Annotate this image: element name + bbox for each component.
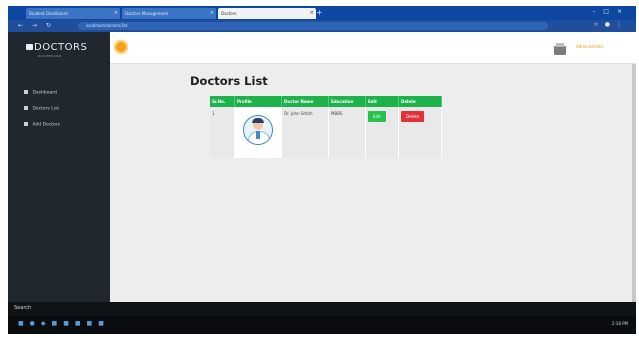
sidebar-item-doctors-list[interactable]: Doctors List: [24, 106, 59, 112]
table-row: 1 Dr. John Smith MBBS Edit Delete: [210, 107, 442, 158]
url-input[interactable]: localhost/doctors/list: [78, 22, 548, 30]
column-header: Sr.No.: [210, 96, 235, 107]
sr-no-cell: 1: [210, 107, 235, 158]
doctor-name-cell: Dr. John Smith: [281, 107, 329, 158]
top-header: Administrator: [110, 32, 636, 64]
tab-label: Student Dashboard: [29, 11, 68, 16]
taskbar: ■●◆■■■■■ 2:18 PM: [8, 316, 636, 334]
column-header: Profile: [234, 96, 282, 107]
browser-tab[interactable]: Student Dashboard ×: [26, 8, 120, 19]
browser-tab-bar: Student Dashboard × Doctors Management ×…: [8, 6, 636, 20]
scrollbar[interactable]: [632, 64, 636, 302]
brand-icon: [26, 44, 33, 50]
dashboard-icon: [24, 90, 28, 94]
delete-button[interactable]: Delete: [401, 111, 425, 122]
user-name[interactable]: Administrator: [576, 44, 603, 49]
screen: Student Dashboard × Doctors Management ×…: [8, 6, 636, 334]
close-icon[interactable]: ×: [210, 8, 214, 19]
back-icon[interactable]: ←: [18, 22, 23, 29]
sidebar: DOCTORS DASHBOARD Dashboard Doctors List…: [8, 32, 110, 302]
reload-icon[interactable]: ↻: [46, 22, 51, 29]
list-icon: [24, 106, 28, 110]
education-cell: MBBS: [328, 107, 366, 158]
column-header: Edit: [365, 96, 399, 107]
delete-cell: Delete: [398, 107, 442, 158]
window-controls[interactable]: –□×: [592, 8, 630, 15]
doctors-table: Sr.No. Profile Doctor Name Education Edi…: [210, 96, 442, 158]
search-strip: Search: [8, 302, 636, 316]
add-icon: [24, 122, 28, 126]
page-title: Doctors List: [190, 74, 268, 88]
table-header-row: Sr.No. Profile Doctor Name Education Edi…: [210, 96, 442, 107]
sidebar-item-add-doctors[interactable]: Add Doctors: [24, 122, 60, 128]
doctor-avatar: [243, 115, 273, 145]
sidebar-item-label: Dashboard: [32, 90, 57, 96]
new-tab-icon[interactable]: +: [316, 8, 323, 18]
column-header: Education: [328, 96, 366, 107]
column-header: Doctor Name: [281, 96, 329, 107]
browser-tab-active[interactable]: Doctors ×: [218, 8, 316, 19]
column-header: Delete: [398, 96, 442, 107]
brand-title: DOCTORS: [34, 42, 88, 53]
sidebar-item-label: Doctors List: [32, 106, 60, 112]
sidebar-item-dashboard[interactable]: Dashboard: [24, 90, 57, 96]
avatar-hair: [252, 118, 264, 123]
tab-label: Doctors: [221, 11, 237, 16]
extension-icons[interactable]: ☆●⋮: [593, 21, 628, 28]
taskbar-search[interactable]: Search: [14, 305, 31, 311]
close-icon[interactable]: ×: [310, 8, 314, 19]
brand-subtitle: DASHBOARD: [38, 54, 62, 58]
edit-button[interactable]: Edit: [368, 111, 386, 122]
forward-icon[interactable]: →: [32, 22, 37, 29]
edit-cell: Edit: [365, 107, 399, 158]
avatar-tie: [256, 131, 260, 139]
taskbar-app-icons[interactable]: ■●◆■■■■■: [18, 320, 110, 327]
printer-icon[interactable]: [554, 43, 566, 55]
menu-toggle-icon[interactable]: [114, 40, 128, 54]
tab-label: Doctors Management: [125, 11, 169, 16]
system-clock[interactable]: 2:18 PM: [612, 321, 628, 326]
sidebar-item-label: Add Doctors: [32, 122, 60, 128]
address-bar: ← → ↻ localhost/doctors/list ☆●⋮: [8, 20, 636, 32]
close-icon[interactable]: ×: [114, 8, 118, 19]
profile-cell: [234, 107, 282, 158]
browser-tab[interactable]: Doctors Management ×: [122, 8, 216, 19]
